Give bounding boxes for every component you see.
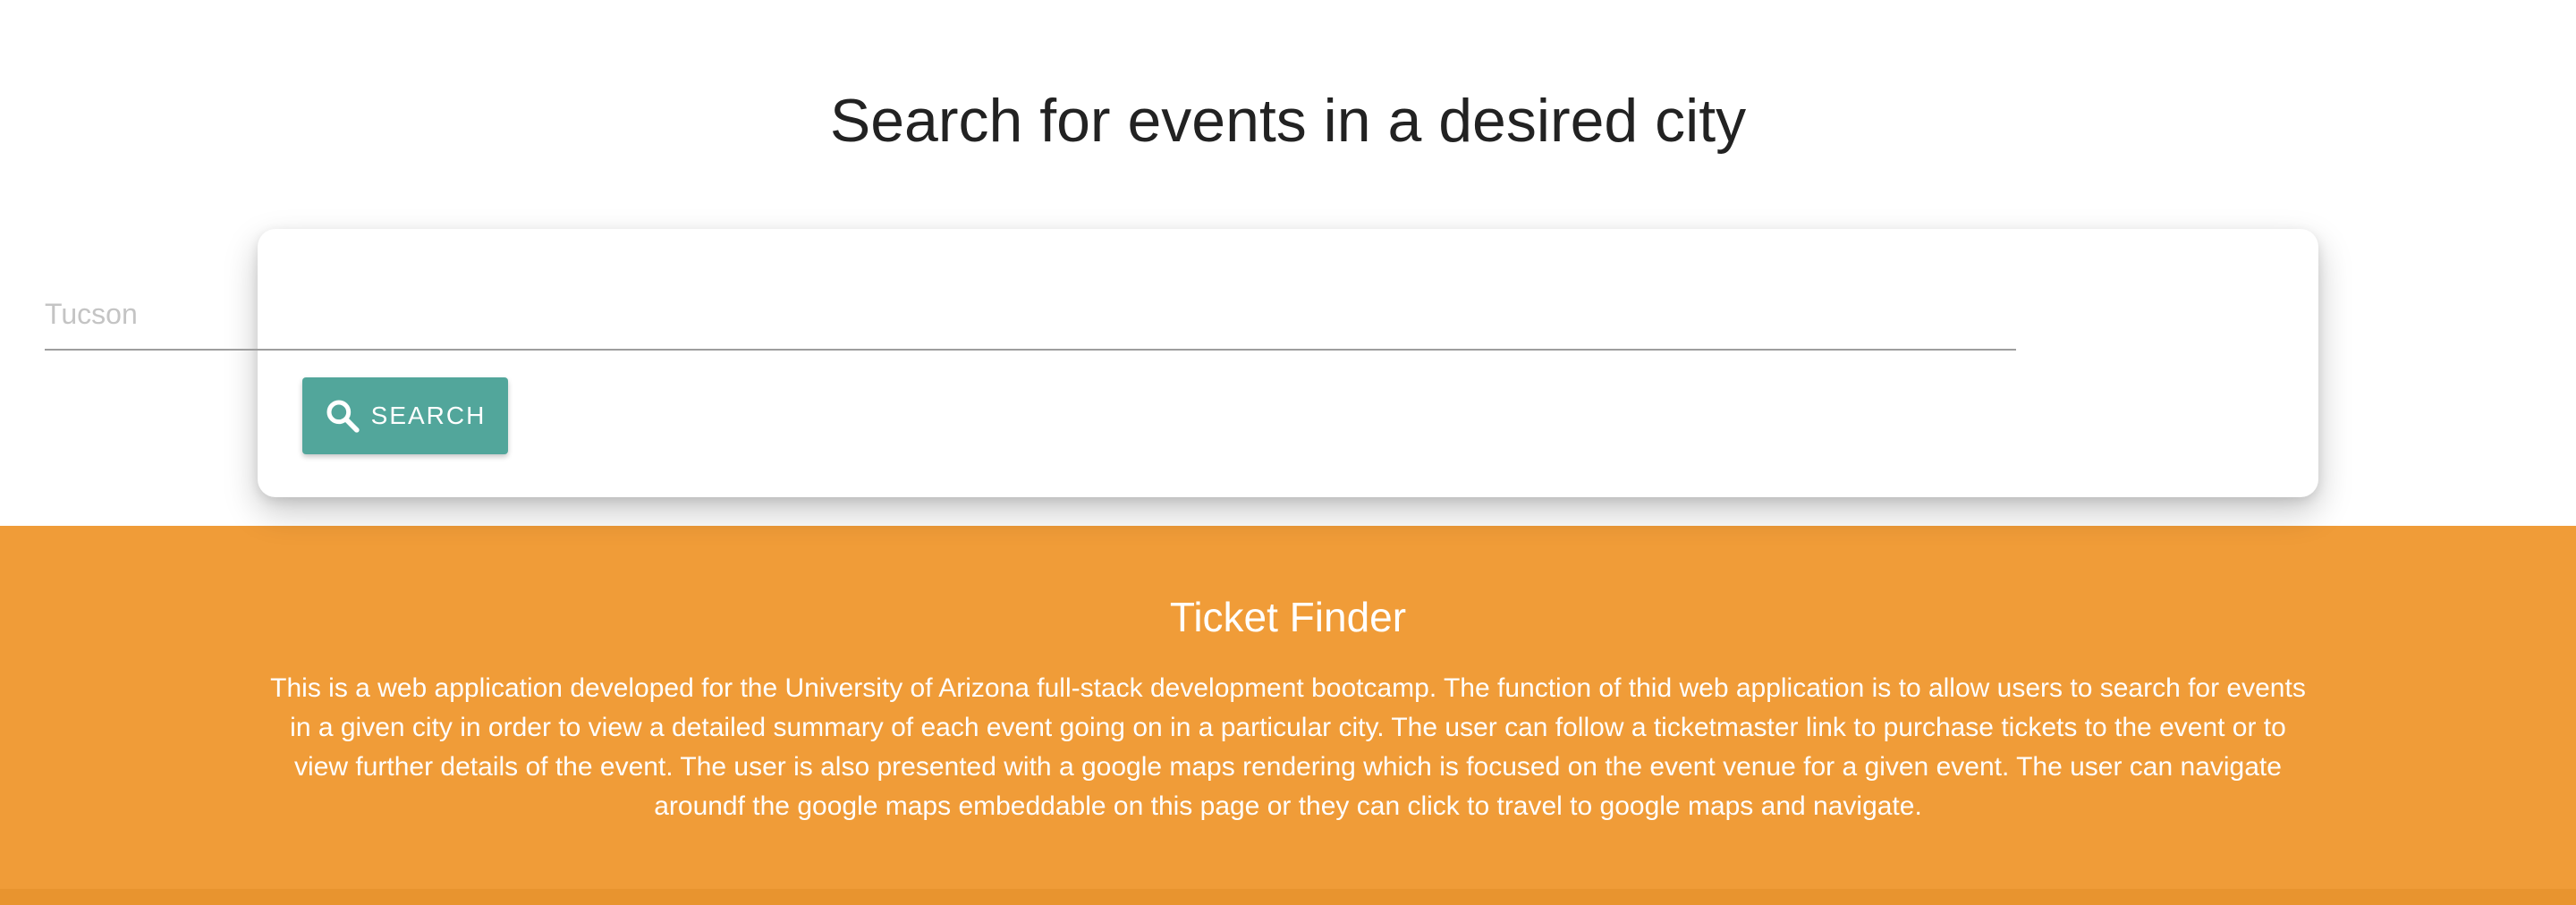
footer-description: This is a web application developed for … bbox=[270, 673, 2306, 821]
footer-bottom-strip bbox=[0, 889, 2576, 905]
search-card bbox=[258, 229, 2318, 497]
footer-title: Ticket Finder bbox=[1169, 594, 1407, 640]
footer: Ticket Finder This is a web application … bbox=[0, 526, 2576, 905]
search-icon bbox=[325, 398, 360, 434]
search-button-label: SEARCH bbox=[370, 402, 487, 429]
city-search-input[interactable] bbox=[45, 279, 2016, 351]
page-title: Search for events in a desired city bbox=[829, 87, 1747, 155]
search-button[interactable]: SEARCH bbox=[302, 377, 508, 454]
